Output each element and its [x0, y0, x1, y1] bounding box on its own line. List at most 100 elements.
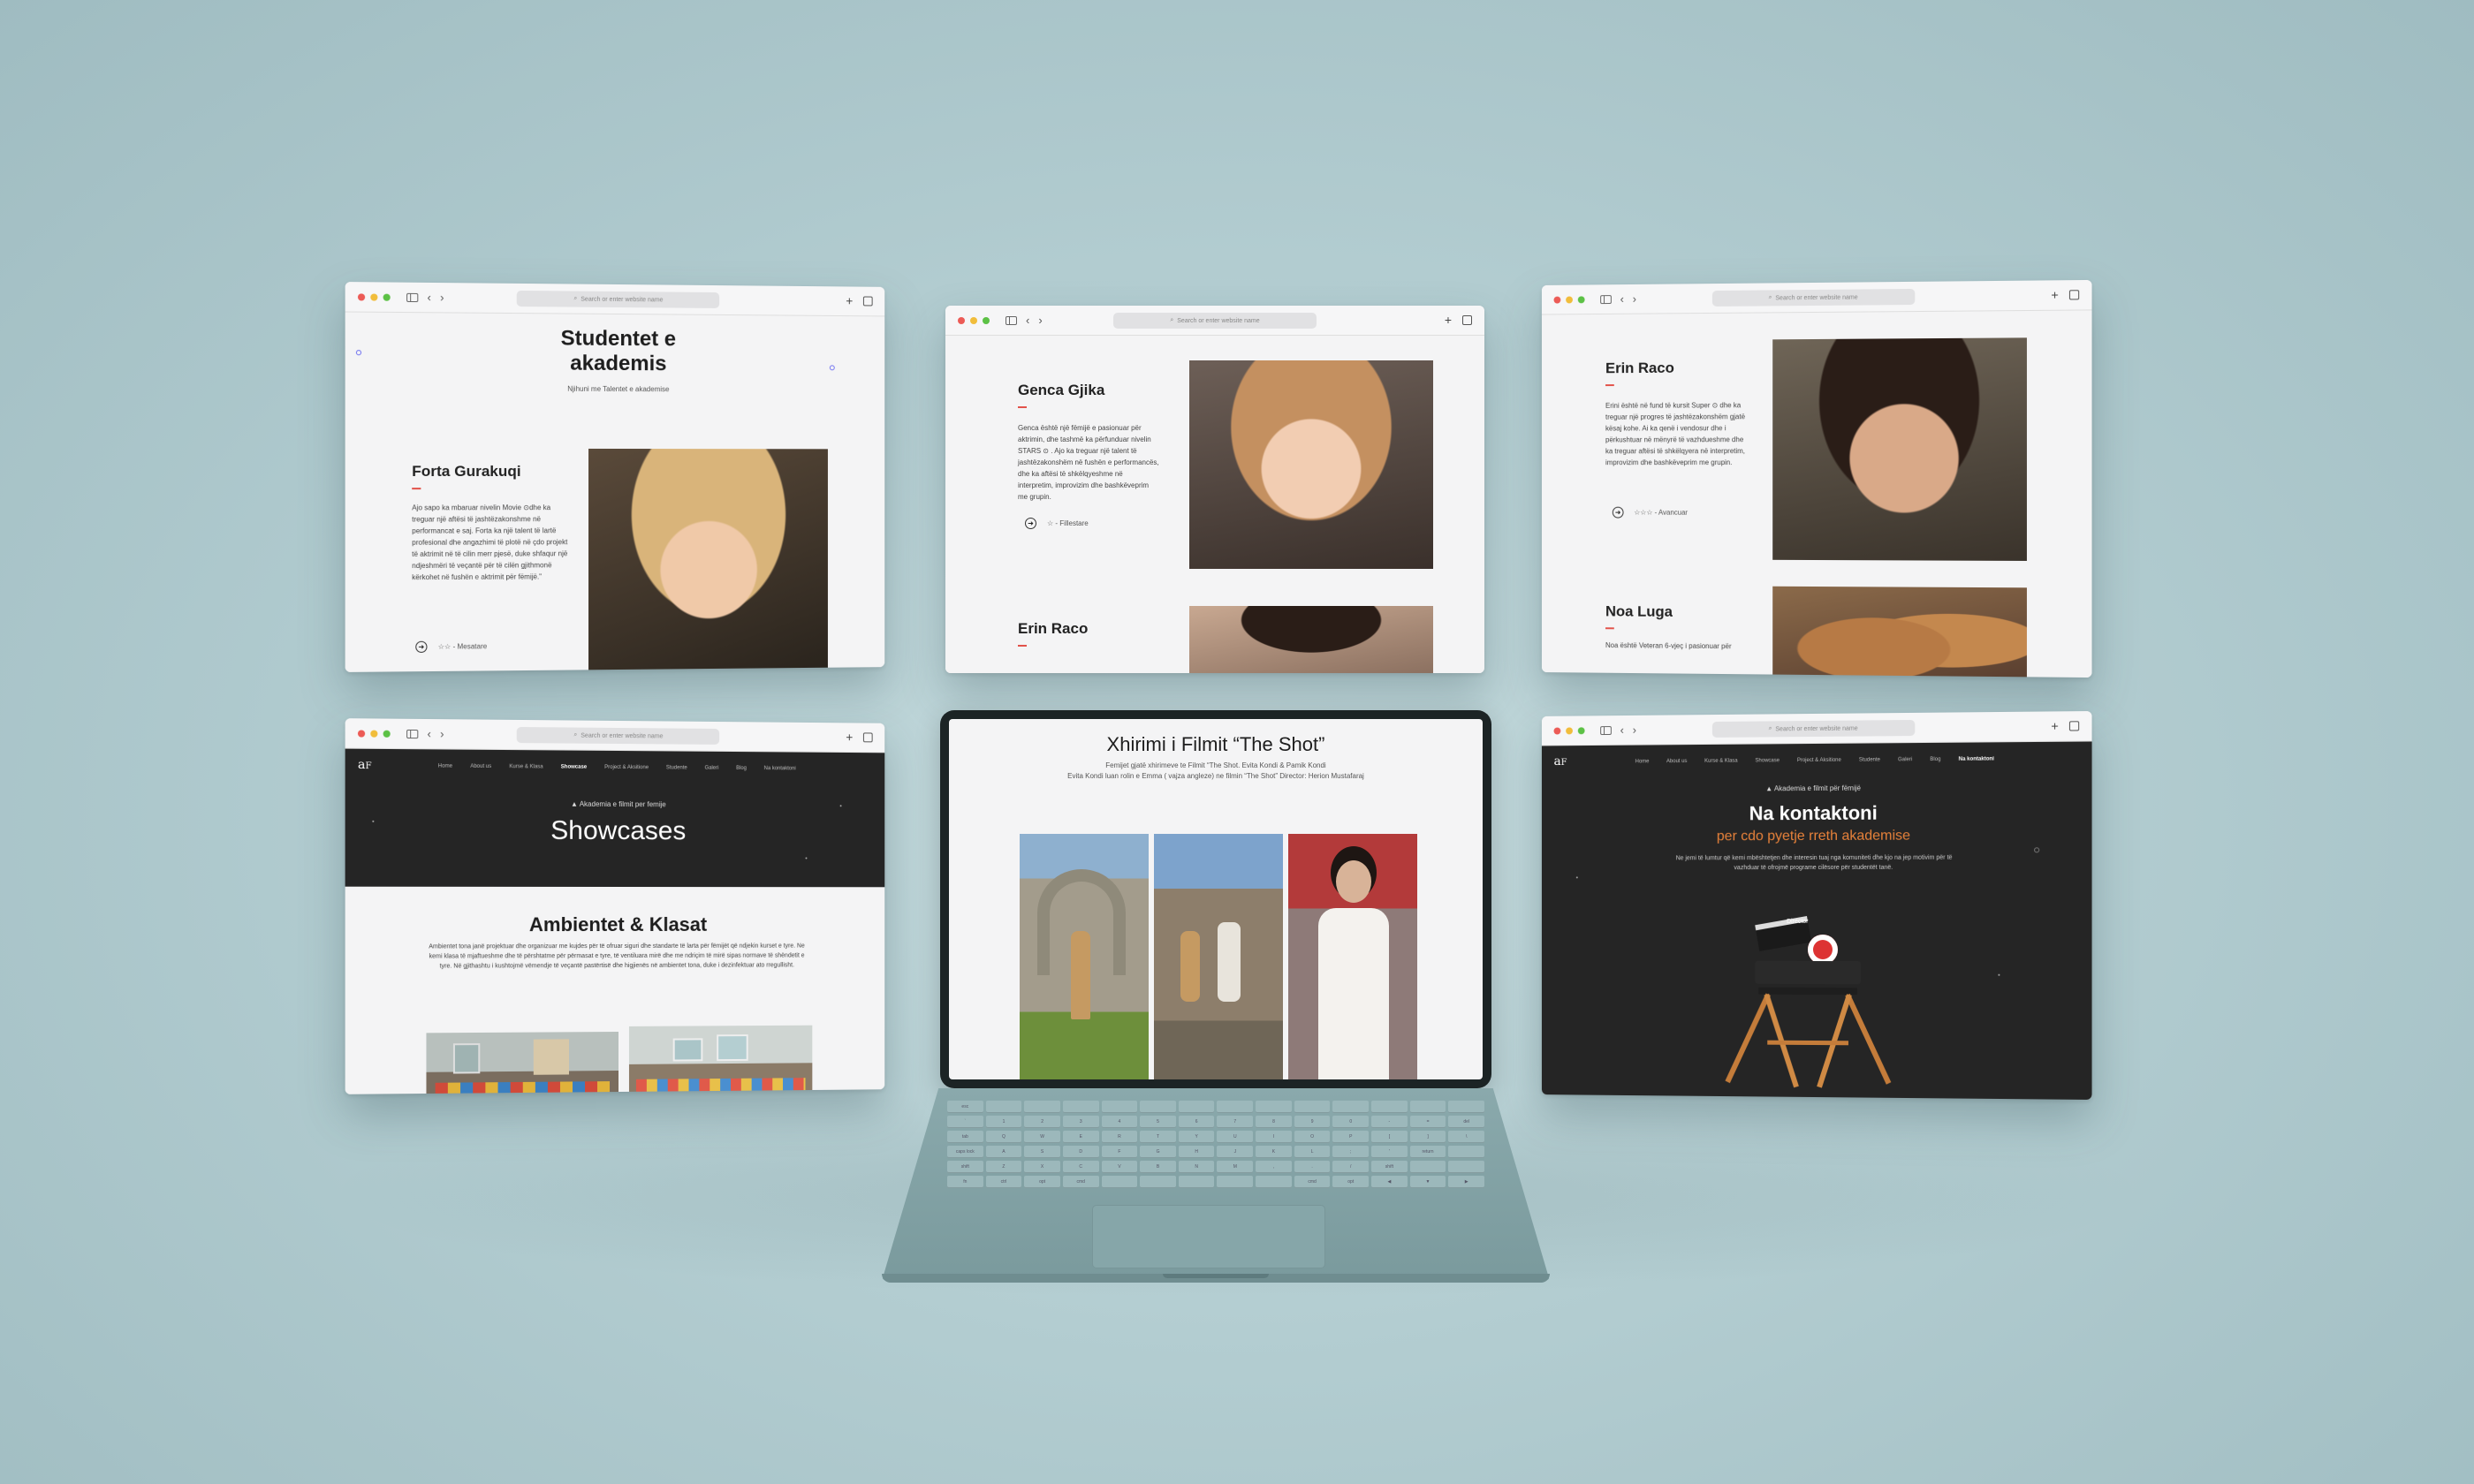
tab-overview-icon[interactable] [2068, 290, 2080, 300]
keyboard-key[interactable] [985, 1101, 1022, 1113]
close-dot[interactable] [357, 292, 366, 301]
keyboard-key[interactable]: [ [1371, 1131, 1408, 1143]
nav-item-blog[interactable]: Blog [1930, 757, 1940, 762]
keyboard-key[interactable]: G [1140, 1146, 1176, 1158]
minimize-dot[interactable] [370, 292, 378, 301]
back-icon[interactable]: ‹ [1026, 314, 1029, 327]
keyboard-key[interactable]: 9 [1294, 1116, 1331, 1128]
arrow-right-icon[interactable]: ➜ [415, 640, 428, 653]
forward-icon[interactable]: › [440, 727, 444, 740]
nav-item-projects[interactable]: Project & Aksitione [1797, 758, 1841, 763]
keyboard-key[interactable]: E [1062, 1131, 1099, 1143]
keyboard-key[interactable] [1448, 1101, 1484, 1113]
close-dot[interactable] [1553, 296, 1561, 304]
keyboard-key[interactable]: X [1024, 1161, 1060, 1173]
nav-item-courses[interactable]: Kurse & Klasa [1704, 759, 1738, 764]
back-icon[interactable]: ‹ [427, 291, 430, 304]
keyboard-key[interactable]: Q [985, 1131, 1022, 1143]
keyboard-key[interactable]: = [1409, 1116, 1446, 1128]
keyboard-key[interactable] [1294, 1101, 1331, 1113]
sidebar-icon[interactable] [1600, 294, 1612, 304]
keyboard-key[interactable]: N [1178, 1161, 1215, 1173]
nav-item-gallery[interactable]: Galeri [1898, 757, 1912, 762]
tab-overview-icon[interactable] [862, 296, 873, 307]
keyboard-key[interactable]: - [1371, 1116, 1408, 1128]
trackpad[interactable] [1092, 1205, 1325, 1268]
nav-item-students[interactable]: Studente [1859, 757, 1880, 762]
keyboard-key[interactable]: cmd [1294, 1176, 1331, 1188]
keyboard-key[interactable]: A [985, 1146, 1022, 1158]
address-bar[interactable]: ⌕ Search or enter website name [1711, 719, 1916, 738]
keyboard-key[interactable]: opt [1024, 1176, 1060, 1188]
forward-icon[interactable]: › [1038, 314, 1042, 327]
address-bar[interactable]: ⌕ Search or enter website name [1711, 288, 1916, 307]
forward-icon[interactable]: › [1633, 292, 1636, 306]
minimize-dot[interactable] [1566, 726, 1573, 734]
keyboard-key[interactable]: 8 [1256, 1116, 1292, 1128]
nav-item-showcase[interactable]: Showcase [561, 765, 587, 770]
keyboard-key[interactable]: 3 [1062, 1116, 1099, 1128]
close-dot[interactable] [1553, 727, 1561, 735]
keyboard-key[interactable] [1024, 1101, 1060, 1113]
keyboard-key[interactable] [1062, 1101, 1099, 1113]
keyboard-key[interactable]: 1 [985, 1116, 1022, 1128]
keyboard-key[interactable] [1409, 1101, 1446, 1113]
keyboard-key[interactable] [1332, 1101, 1370, 1113]
keyboard-key[interactable]: fn [947, 1176, 983, 1188]
nav-item-blog[interactable]: Blog [736, 766, 747, 771]
nav-item-about[interactable]: About us [1666, 759, 1687, 764]
keyboard-key[interactable] [1101, 1101, 1138, 1113]
keyboard-key[interactable]: K [1256, 1146, 1292, 1158]
nav-item-gallery[interactable]: Galeri [705, 766, 719, 771]
nav-item-projects[interactable]: Project & Aksitione [604, 765, 649, 770]
keyboard-key[interactable] [1217, 1176, 1254, 1188]
keyboard-key[interactable]: ] [1409, 1131, 1446, 1143]
keyboard-key[interactable] [1140, 1101, 1176, 1113]
keyboard-key[interactable]: V [1101, 1161, 1138, 1173]
maximize-dot[interactable] [383, 730, 391, 738]
minimize-dot[interactable] [370, 730, 378, 738]
nav-item-students[interactable]: Studente [666, 765, 687, 770]
keyboard-key[interactable]: , [1256, 1161, 1292, 1173]
address-bar[interactable]: ⌕ Search or enter website name [516, 290, 720, 308]
back-icon[interactable]: ‹ [427, 727, 430, 740]
keyboard-key[interactable] [1101, 1176, 1138, 1188]
back-icon[interactable]: ‹ [1620, 292, 1624, 306]
forward-icon[interactable]: › [1633, 723, 1636, 737]
keyboard-key[interactable] [1178, 1176, 1215, 1188]
keyboard-key[interactable]: 4 [1101, 1116, 1138, 1128]
minimize-dot[interactable] [970, 316, 977, 324]
keyboard-key[interactable]: tab [947, 1131, 983, 1143]
tab-overview-icon[interactable] [1462, 315, 1472, 325]
sidebar-icon[interactable] [406, 292, 419, 302]
keyboard-key[interactable]: H [1178, 1146, 1215, 1158]
keyboard-key[interactable] [1409, 1161, 1446, 1173]
new-tab-icon[interactable]: + [846, 730, 853, 744]
keyboard-key[interactable]: L [1294, 1146, 1331, 1158]
keyboard-key[interactable]: ▶ [1448, 1176, 1484, 1188]
keyboard-key[interactable]: shift [947, 1161, 983, 1173]
keyboard-key[interactable]: ; [1332, 1146, 1370, 1158]
keyboard-key[interactable]: S [1024, 1146, 1060, 1158]
back-icon[interactable]: ‹ [1620, 723, 1624, 737]
nav-item-courses[interactable]: Kurse & Klasa [509, 764, 543, 769]
close-dot[interactable] [958, 316, 965, 324]
close-dot[interactable] [357, 729, 366, 738]
keyboard-key[interactable]: O [1294, 1131, 1331, 1143]
keyboard-key[interactable]: 0 [1332, 1116, 1370, 1128]
new-tab-icon[interactable]: + [846, 293, 853, 307]
keyboard-key[interactable]: W [1024, 1131, 1060, 1143]
maximize-dot[interactable] [1577, 726, 1585, 734]
nav-item-showcase[interactable]: Showcase [1755, 758, 1779, 763]
minimize-dot[interactable] [1566, 295, 1573, 303]
keyboard-key[interactable]: cmd [1062, 1176, 1099, 1188]
keyboard-key[interactable]: . [1294, 1161, 1331, 1173]
address-bar[interactable]: ⌕ Search or enter website name [1113, 313, 1317, 329]
keyboard-key[interactable]: esc [947, 1101, 983, 1113]
nav-item-home[interactable]: Home [1635, 759, 1650, 764]
sidebar-icon[interactable] [1006, 315, 1017, 325]
nav-item-contact[interactable]: Na kontaktoni [1959, 757, 1994, 762]
nav-item-contact[interactable]: Na kontaktoni [764, 766, 796, 771]
keyboard-key[interactable]: 2 [1024, 1116, 1060, 1128]
tab-overview-icon[interactable] [2068, 721, 2080, 731]
